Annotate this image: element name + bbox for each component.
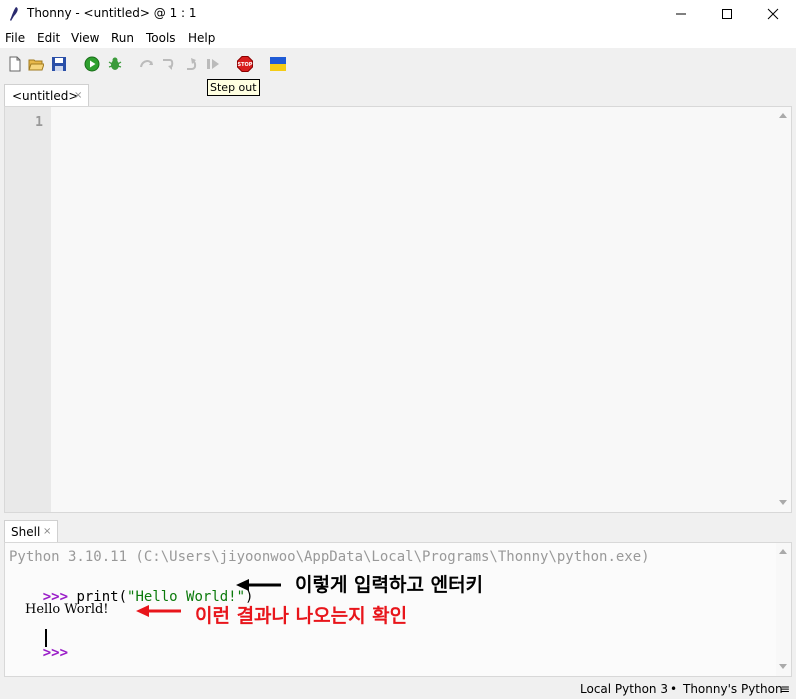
editor-scrollbar[interactable] <box>776 107 791 512</box>
shell-tab-label: Shell <box>11 525 41 539</box>
shell-tab-close-icon[interactable]: × <box>43 526 51 537</box>
scroll-down-icon[interactable] <box>779 500 787 505</box>
tab-close-icon[interactable]: × <box>74 90 82 101</box>
step-into-icon[interactable] <box>161 56 177 72</box>
line-number: 1 <box>35 115 43 130</box>
text-cursor <box>45 629 47 647</box>
red-arrow-icon <box>136 605 181 617</box>
menu-bar: File Edit View Run Tools Help <box>0 28 796 48</box>
step-over-icon[interactable] <box>139 56 155 72</box>
resume-icon[interactable] <box>205 56 221 72</box>
python-status[interactable]: Thonny's Python <box>683 682 783 696</box>
close-icon <box>767 8 779 20</box>
shell-input-line[interactable]: >>> <box>9 629 68 677</box>
status-separator: • <box>670 682 678 696</box>
python-version-banner: Python 3.10.11 (C:\Users\jiyoonwoo\AppDa… <box>9 549 650 565</box>
ukraine-flag-icon[interactable] <box>270 56 286 72</box>
new-file-icon[interactable] <box>7 56 23 72</box>
menu-icon[interactable]: ≡ <box>780 682 790 696</box>
stop-icon[interactable]: STOP <box>237 56 253 72</box>
maximize-icon <box>722 9 732 19</box>
line-number-gutter: 1 <box>5 107 51 512</box>
scroll-up-icon[interactable] <box>779 113 787 118</box>
shell-scroll-up-icon[interactable] <box>779 549 787 554</box>
menu-tools[interactable]: Tools <box>146 31 176 45</box>
tab-untitled[interactable]: <untitled> × <box>4 84 89 106</box>
annotation-input: 이렇게 입력하고 엔터키 <box>295 574 484 596</box>
annotation-output: 이런 결과나 나오는지 확인 <box>195 605 408 627</box>
close-window-button[interactable] <box>750 0 796 28</box>
maximize-button[interactable] <box>704 0 750 28</box>
window-title: Thonny - <untitled> @ 1 : 1 <box>27 6 197 20</box>
black-arrow-icon <box>236 579 281 591</box>
shell-prompt-2: >>> <box>42 645 69 661</box>
thonny-app-icon <box>10 7 18 21</box>
step-out-icon[interactable] <box>184 56 200 72</box>
step-out-tooltip: Step out <box>207 79 260 96</box>
interpreter-status[interactable]: Local Python 3 <box>580 682 668 696</box>
minimize-button[interactable] <box>658 0 704 28</box>
open-file-icon[interactable] <box>28 56 44 72</box>
tab-label: <untitled> <box>12 89 79 103</box>
shell-console[interactable]: Python 3.10.11 (C:\Users\jiyoonwoo\AppDa… <box>4 542 792 677</box>
shell-scroll-down-icon[interactable] <box>779 664 787 669</box>
minimize-icon <box>676 13 686 15</box>
menu-file[interactable]: File <box>5 31 25 45</box>
save-icon[interactable] <box>51 56 67 72</box>
shell-scrollbar[interactable] <box>776 543 791 676</box>
svg-text:STOP: STOP <box>238 62 253 68</box>
title-bar: Thonny - <untitled> @ 1 : 1 <box>0 0 796 28</box>
run-icon[interactable] <box>84 56 100 72</box>
debug-icon[interactable] <box>107 56 123 72</box>
menu-run[interactable]: Run <box>111 31 134 45</box>
menu-edit[interactable]: Edit <box>37 31 60 45</box>
shell-output: Hello World! <box>25 602 109 617</box>
menu-help[interactable]: Help <box>188 31 215 45</box>
toolbar: STOP <box>0 48 796 82</box>
status-bar: Local Python 3 • Thonny's Python ≡ <box>0 678 796 699</box>
code-editor[interactable]: 1 <box>4 106 792 513</box>
menu-view[interactable]: View <box>71 31 99 45</box>
tab-shell[interactable]: Shell × <box>4 520 58 542</box>
